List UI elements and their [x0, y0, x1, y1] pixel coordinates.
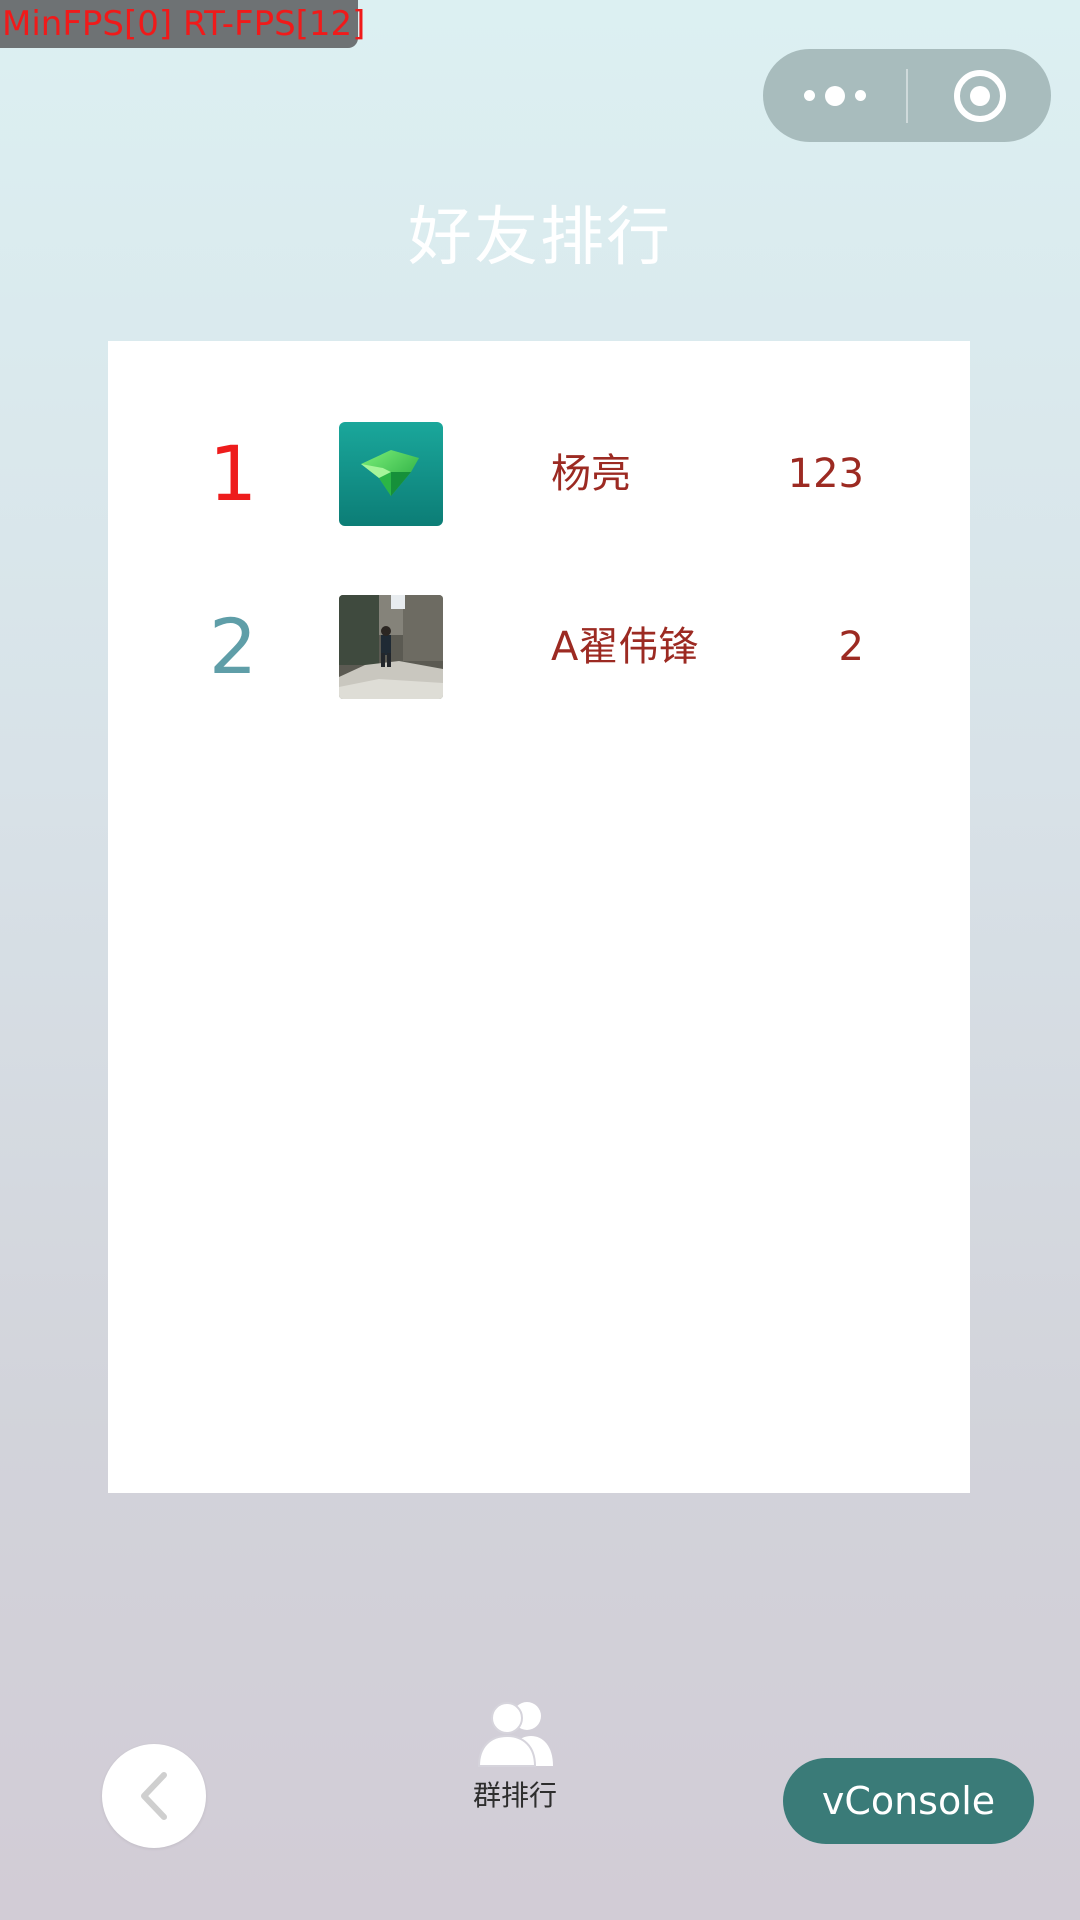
group-users-icon — [477, 1702, 553, 1767]
green-diamond-icon — [339, 422, 443, 526]
bottom-bar: 群排行 vConsole — [0, 1680, 1080, 1920]
player-name: A翟伟锋 — [551, 624, 699, 670]
leaderboard-panel: 1 杨亮 123 2 A翟伟锋 2 — [108, 341, 970, 1493]
group-rank-label: 群排行 — [472, 1779, 557, 1812]
target-circle-icon — [953, 69, 1006, 122]
chevron-left-icon — [141, 1772, 167, 1820]
close-button[interactable] — [908, 49, 1051, 142]
player-score: 123 — [787, 451, 864, 497]
back-button[interactable] — [102, 1744, 206, 1848]
mini-program-menu-capsule — [763, 49, 1051, 142]
page-title: 好友排行 — [408, 201, 672, 275]
rank-number: 2 — [208, 602, 258, 691]
player-score: 2 — [838, 624, 864, 670]
vconsole-button[interactable]: vConsole — [783, 1758, 1034, 1844]
more-dots-icon — [803, 85, 866, 106]
fps-counter: MinFPS[0] RT-FPS[12] — [0, 0, 365, 48]
leaderboard-row[interactable]: 1 杨亮 123 — [108, 422, 970, 526]
rank-number: 1 — [208, 429, 258, 518]
more-button[interactable] — [763, 49, 906, 142]
avatar-photo — [339, 595, 443, 699]
group-rank-button[interactable]: 群排行 — [460, 1700, 570, 1814]
player-name: 杨亮 — [551, 451, 631, 497]
leaderboard-row[interactable]: 2 A翟伟锋 2 — [108, 595, 970, 699]
